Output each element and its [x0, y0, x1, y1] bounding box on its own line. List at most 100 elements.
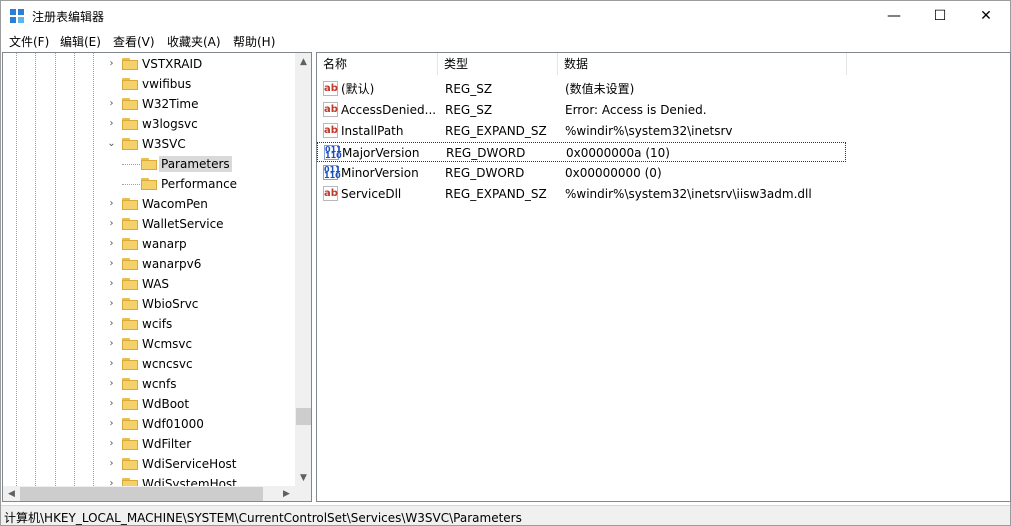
tree-node[interactable]: › VSTXRAID: [3, 54, 295, 74]
chevron-right-icon[interactable]: ›: [107, 239, 116, 249]
column-header-name[interactable]: 名称: [317, 53, 438, 75]
tree-node-label[interactable]: Wcmsvc: [140, 336, 194, 352]
chevron-right-icon[interactable]: ›: [107, 419, 116, 429]
close-button[interactable]: ✕: [963, 1, 1009, 31]
chevron-right-icon[interactable]: ›: [107, 399, 116, 409]
menu-edit[interactable]: 编辑(E): [60, 33, 101, 50]
scroll-up-icon[interactable]: ▲: [295, 53, 311, 70]
tree-node-label[interactable]: WdFilter: [140, 436, 193, 452]
tree-node-label[interactable]: WbioSrvc: [140, 296, 200, 312]
tree-node[interactable]: › WdFilter: [3, 434, 295, 454]
folder-icon: [122, 57, 138, 70]
tree-node[interactable]: › wanarpv6: [3, 254, 295, 274]
menu-file[interactable]: 文件(F): [9, 33, 49, 50]
tree-node-label[interactable]: wcifs: [140, 316, 174, 332]
tree-node-label[interactable]: vwifibus: [140, 76, 193, 92]
vertical-scroll-thumb[interactable]: [296, 408, 311, 425]
key-tree-pane[interactable]: › VSTXRAID vwifibus › W32Time › w3logsvc ⌄ W3SVC…: [2, 52, 312, 502]
tree-node[interactable]: › WAS: [3, 274, 295, 294]
value-row[interactable]: ab AccessDenied... REG_SZ Error: Access is …: [317, 100, 847, 120]
chevron-right-icon[interactable]: ›: [107, 279, 116, 289]
tree-horizontal-scrollbar[interactable]: ◀ ▶: [3, 486, 295, 501]
value-row[interactable]: ab ServiceDll REG_EXPAND_SZ %windir%\system…: [317, 184, 847, 204]
tree-node-label[interactable]: WAS: [140, 276, 171, 292]
tree-node-label[interactable]: Parameters: [159, 156, 232, 172]
value-row[interactable]: ab (默认) REG_SZ (数值未设置): [317, 79, 847, 99]
tree-node-label[interactable]: w3logsvc: [140, 116, 200, 132]
tree-node[interactable]: › wcncsvc: [3, 354, 295, 374]
menu-help[interactable]: 帮助(H): [233, 33, 275, 50]
scroll-left-icon[interactable]: ◀: [3, 486, 20, 501]
value-row[interactable]: 011 110 MinorVersion REG_DWORD 0x00000000 (…: [317, 163, 847, 183]
maximize-button[interactable]: ☐: [917, 1, 963, 31]
tree-node-label[interactable]: wanarp: [140, 236, 189, 252]
minimize-button[interactable]: —: [871, 1, 917, 31]
tree-node-label[interactable]: WdBoot: [140, 396, 191, 412]
tree-node-label[interactable]: WalletService: [140, 216, 226, 232]
chevron-right-icon[interactable]: ›: [107, 299, 116, 309]
tree-node[interactable]: › W32Time: [3, 94, 295, 114]
tree-node-label[interactable]: Wdf01000: [140, 416, 206, 432]
scroll-right-icon[interactable]: ▶: [278, 486, 295, 501]
tree-node[interactable]: Parameters: [3, 154, 295, 174]
tree-vertical-scrollbar[interactable]: ▲ ▼: [295, 53, 311, 486]
value-row[interactable]: 011 110 MajorVersion REG_DWORD 0x0000000a (…: [317, 142, 846, 162]
tree-node[interactable]: › w3logsvc: [3, 114, 295, 134]
chevron-right-icon[interactable]: ›: [107, 219, 116, 229]
chevron-right-icon[interactable]: ›: [107, 359, 116, 369]
chevron-right-icon[interactable]: ›: [107, 379, 116, 389]
tree-node[interactable]: vwifibus: [3, 74, 295, 94]
folder-icon: [122, 377, 138, 390]
value-row[interactable]: ab InstallPath REG_EXPAND_SZ %windir%\syste…: [317, 121, 847, 141]
tree-node[interactable]: ⌄ W3SVC: [3, 134, 295, 154]
tree-node-label[interactable]: Performance: [159, 176, 239, 192]
column-header-data[interactable]: 数据: [558, 53, 847, 75]
chevron-right-icon[interactable]: ›: [107, 339, 116, 349]
chevron-right-icon[interactable]: ›: [107, 59, 116, 69]
tree-node[interactable]: › wcifs: [3, 314, 295, 334]
menu-favorites[interactable]: 收藏夹(A): [167, 33, 221, 50]
title-bar[interactable]: 注册表编辑器 — ☐ ✕: [1, 1, 1010, 31]
values-list-pane[interactable]: 名称 类型 数据 ab (默认) REG_SZ (数值未设置) ab AccessDeni…: [316, 52, 1011, 502]
chevron-right-icon[interactable]: ›: [107, 319, 116, 329]
tree-node[interactable]: › WdiServiceHost: [3, 454, 295, 474]
folder-icon: [141, 177, 157, 190]
chevron-right-icon[interactable]: ›: [107, 259, 116, 269]
tree-node[interactable]: › WdBoot: [3, 394, 295, 414]
value-type: REG_EXPAND_SZ: [445, 124, 547, 138]
tree-node[interactable]: › WacomPen: [3, 194, 295, 214]
folder-body: [122, 340, 138, 350]
tree-node[interactable]: Performance: [3, 174, 295, 194]
tree-node[interactable]: › WbioSrvc: [3, 294, 295, 314]
scroll-down-icon[interactable]: ▼: [295, 469, 311, 486]
menu-view[interactable]: 查看(V): [113, 33, 155, 50]
chevron-right-icon[interactable]: ›: [107, 459, 116, 469]
chevron-down-icon[interactable]: ⌄: [107, 139, 116, 149]
tree-node-label[interactable]: VSTXRAID: [140, 56, 204, 72]
folder-body: [122, 200, 138, 210]
chevron-right-icon[interactable]: ›: [107, 199, 116, 209]
tree-node[interactable]: › wcnfs: [3, 374, 295, 394]
chevron-right-icon[interactable]: ›: [107, 99, 116, 109]
tree-node-label[interactable]: WdiSystemHost: [140, 476, 239, 486]
column-header-type[interactable]: 类型: [438, 53, 558, 75]
chevron-right-icon[interactable]: ›: [107, 439, 116, 449]
tree-node-label[interactable]: W3SVC: [140, 136, 188, 152]
tree-node[interactable]: › wanarp: [3, 234, 295, 254]
tree-node[interactable]: › Wcmsvc: [3, 334, 295, 354]
tree-node-label[interactable]: wcnfs: [140, 376, 179, 392]
tree-node[interactable]: › Wdf01000: [3, 414, 295, 434]
chevron-right-icon[interactable]: ›: [107, 119, 116, 129]
chevron-right-icon[interactable]: ›: [107, 479, 116, 487]
tree-node-label[interactable]: W32Time: [140, 96, 201, 112]
tree-node[interactable]: › WdiSystemHost: [3, 474, 295, 486]
tree-node[interactable]: › WalletService: [3, 214, 295, 234]
tree-node-label[interactable]: wcncsvc: [140, 356, 195, 372]
tree-view[interactable]: › VSTXRAID vwifibus › W32Time › w3logsvc ⌄ W3SVC…: [3, 53, 295, 486]
folder-icon: [122, 417, 138, 430]
tree-node-label[interactable]: WacomPen: [140, 196, 210, 212]
horizontal-scroll-thumb[interactable]: [20, 487, 263, 501]
tree-node-label[interactable]: wanarpv6: [140, 256, 203, 272]
tree-node-label[interactable]: WdiServiceHost: [140, 456, 239, 472]
